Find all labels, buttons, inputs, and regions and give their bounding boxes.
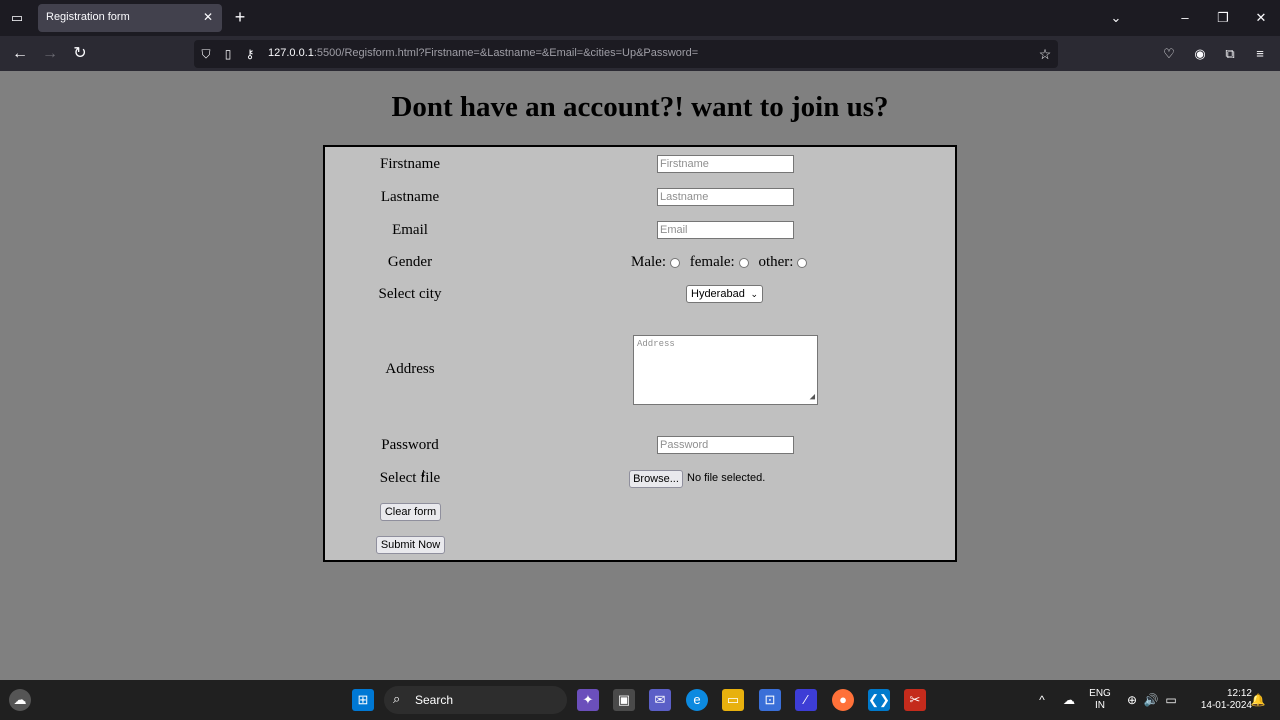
battery-icon[interactable]: ▭ — [1163, 692, 1179, 708]
onedrive-icon[interactable]: ☁ — [1061, 692, 1077, 708]
region-code: IN — [1095, 700, 1105, 711]
network-globe-icon[interactable]: ⊕ — [1124, 692, 1140, 708]
restore-icon[interactable]: ❐ — [1212, 8, 1234, 28]
edge-browser-icon[interactable]: e — [686, 689, 708, 711]
account-icon[interactable]: ◉ — [1189, 43, 1211, 65]
firefox-icon[interactable]: ● — [832, 689, 854, 711]
gender-other-label: other: — [758, 254, 794, 271]
gender-other-radio[interactable] — [797, 257, 808, 268]
widgets-weather-icon[interactable]: ☁ — [9, 689, 31, 711]
password-input[interactable] — [657, 436, 794, 454]
url-text[interactable]: 127.0.0.1:5500/Regisform.html?Firstname=… — [268, 47, 698, 59]
navigation-bar: ← → ↻ ⛉ ▯ ⚷ 127.0.0.1:5500/Regisform.htm… — [0, 36, 1280, 71]
firstname-label: Firstname — [380, 156, 440, 172]
lastname-input[interactable] — [657, 188, 794, 206]
url-path: :5500/Regisform.html?Firstname=&Lastname… — [313, 47, 699, 59]
clock-time: 12:12 — [1226, 688, 1252, 699]
notification-bell-icon[interactable]: 🔔 — [1250, 692, 1266, 708]
teams-chat-icon[interactable]: ✉ — [649, 689, 671, 711]
gender-male-label: Male: — [631, 254, 666, 271]
email-input[interactable] — [657, 221, 794, 239]
tab-bar: ▭ Registration form ✕ + ⌄ – ❐ ✕ — [0, 0, 1280, 36]
url-host: 127.0.0.1 — [268, 47, 314, 59]
powerapp-icon[interactable]: ⁄ — [795, 689, 817, 711]
address-placeholder: Address — [637, 339, 675, 349]
bookmark-star-icon[interactable]: ☆ — [1036, 45, 1054, 63]
gender-male-radio[interactable] — [670, 257, 680, 268]
gender-label: Gender — [387, 254, 433, 270]
page-title: Dont have an account?! want to join us? — [391, 91, 889, 123]
back-icon[interactable]: ← — [9, 43, 31, 65]
permissions-key-icon[interactable]: ⚷ — [242, 46, 258, 62]
pocket-icon[interactable]: ♡ — [1158, 43, 1180, 65]
page-icon[interactable]: ▯ — [220, 46, 236, 62]
address-label: Address — [385, 361, 435, 377]
extensions-icon[interactable]: ⧉ — [1219, 43, 1241, 65]
password-label: Password — [381, 437, 439, 453]
address-textarea[interactable]: Address ◢ — [633, 335, 818, 405]
taskbar: ☁ ⊞ ⌕ Search ✦ ▣ ✉ e ▭ ⊡ ⁄ ● ❮❯ ✂ ^ ☁ EN… — [0, 680, 1280, 720]
clear-form-button[interactable]: Clear form — [380, 503, 441, 521]
reload-icon[interactable]: ↻ — [69, 43, 91, 65]
text-cursor-icon: I — [422, 469, 425, 480]
lastname-label: Lastname — [380, 189, 440, 205]
vscode-icon[interactable]: ❮❯ — [868, 689, 890, 711]
browse-button[interactable]: Browse... — [629, 470, 683, 488]
file-label: Select file — [379, 470, 441, 486]
close-window-icon[interactable]: ✕ — [1250, 8, 1272, 28]
gender-female-label: female: — [689, 254, 735, 271]
language-code: ENG — [1089, 688, 1111, 699]
file-status: No file selected. — [687, 472, 766, 484]
shield-icon[interactable]: ⛉ — [198, 46, 214, 62]
registration-form: Firstname Lastname Email Gender Male: fe… — [323, 145, 957, 562]
gender-options: Male: female: other: — [631, 254, 813, 272]
chevron-down-icon: ⌄ — [750, 289, 758, 299]
file-explorer-icon[interactable]: ▭ — [722, 689, 744, 711]
clock-date: 14-01-2024 — [1200, 700, 1252, 711]
search-icon: ⌕ — [393, 691, 401, 706]
copilot-icon[interactable]: ✦ — [577, 689, 599, 711]
clock[interactable]: 12:12 14-01-2024 — [1188, 688, 1252, 712]
gender-female-radio[interactable] — [738, 257, 749, 268]
volume-icon[interactable]: 🔊 — [1143, 692, 1159, 708]
tab-registration-form[interactable]: Registration form ✕ — [38, 4, 222, 32]
resize-grip-icon[interactable]: ◢ — [805, 392, 815, 402]
windows-start-icon[interactable]: ⊞ — [352, 689, 374, 711]
url-bar[interactable]: ⛉ ▯ ⚷ 127.0.0.1:5500/Regisform.html?Firs… — [194, 40, 1058, 68]
list-all-tabs-icon[interactable]: ⌄ — [1105, 8, 1127, 28]
city-selected-value: Hyderabad — [691, 288, 745, 300]
submit-button[interactable]: Submit Now — [376, 536, 445, 554]
tab-title: Registration form — [46, 11, 130, 23]
snipping-tool-icon[interactable]: ✂ — [904, 689, 926, 711]
tab-list-icon[interactable]: ▭ — [6, 8, 28, 28]
microsoft-store-icon[interactable]: ⊡ — [759, 689, 781, 711]
minimize-icon[interactable]: – — [1174, 8, 1196, 28]
close-icon[interactable]: ✕ — [200, 9, 216, 25]
task-view-icon[interactable]: ▣ — [613, 689, 635, 711]
email-label: Email — [392, 222, 428, 238]
page-viewport: Dont have an account?! want to join us? … — [0, 71, 1280, 680]
search-label: Search — [415, 693, 454, 707]
menu-icon[interactable]: ≡ — [1249, 43, 1271, 65]
taskbar-search[interactable]: ⌕ Search — [384, 686, 567, 714]
city-label: Select city — [378, 286, 442, 302]
new-tab-icon[interactable]: + — [230, 7, 250, 27]
chevron-up-icon[interactable]: ^ — [1034, 692, 1050, 708]
firstname-input[interactable] — [657, 155, 794, 173]
input-language[interactable]: ENG IN — [1088, 688, 1112, 712]
forward-icon[interactable]: → — [39, 43, 61, 65]
city-select[interactable]: Hyderabad ⌄ — [686, 285, 763, 303]
